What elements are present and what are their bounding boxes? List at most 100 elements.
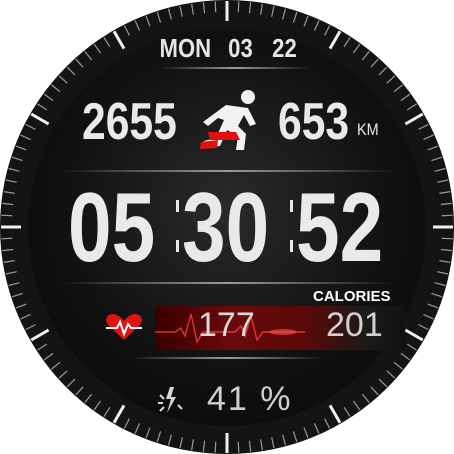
distance-unit: KM: [357, 120, 379, 139]
bezel-tick: [441, 237, 453, 240]
bezel-tick: [25, 123, 36, 130]
bezel-tick: [8, 282, 20, 287]
bezel-tick: [427, 145, 439, 151]
bezel-tick: [167, 8, 172, 20]
bezel-tick: [156, 431, 162, 443]
month: 22: [271, 33, 297, 63]
bezel-tick: [43, 93, 54, 102]
bezel-tick: [440, 202, 452, 206]
bezel-tick: [404, 112, 424, 126]
heart-rate-value: 177: [198, 306, 255, 344]
bezel-tick: [313, 423, 320, 434]
bezel-tick: [11, 156, 23, 162]
bezel-tick: [292, 431, 298, 443]
bezel-tick: [393, 84, 404, 93]
bezel-tick: [303, 15, 309, 27]
bezel-tick: [441, 214, 453, 217]
bezel-tick: [1, 214, 13, 217]
bezel-tick: [75, 386, 84, 396]
bezel-tick: [282, 8, 287, 20]
bezel-tick: [393, 361, 404, 370]
steps-value: 2655: [82, 93, 177, 151]
bezel-tick: [237, 441, 240, 453]
bezel-tick: [179, 437, 183, 449]
bezel-tick: [282, 434, 287, 446]
bezel-tick: [439, 191, 451, 194]
bezel-tick: [112, 404, 126, 424]
bezel-tick: [406, 343, 417, 351]
bezel-tick: [378, 66, 388, 76]
time-hours: 05: [68, 172, 156, 282]
runner-icon: [200, 90, 256, 150]
bezel-tick: [404, 328, 424, 342]
bezel-tick: [2, 248, 14, 252]
bezel-tick: [156, 11, 162, 23]
time-seconds: 52: [296, 172, 384, 282]
day: 03: [228, 33, 254, 63]
bezel-tick: [361, 393, 370, 404]
bezel-tick: [400, 93, 411, 102]
time-separator: [290, 200, 293, 212]
bezel-tick: [423, 134, 434, 141]
bezel-tick: [179, 5, 183, 17]
bezel-tick: [43, 352, 54, 361]
bezel-tick: [437, 179, 449, 183]
bezel-tick: [25, 324, 36, 331]
divider: [60, 282, 394, 284]
calories-label: CALORIES: [313, 288, 391, 305]
bezel-tick: [427, 303, 439, 309]
bezel-tick: [30, 112, 50, 126]
bezel-tick: [303, 427, 309, 439]
bezel-tick: [20, 313, 31, 320]
bezel-tick: [378, 378, 388, 388]
bezel-tick: [260, 439, 263, 451]
date: MON 03 22: [0, 33, 454, 64]
bezel-tick: [431, 156, 443, 162]
bezel-tick: [431, 292, 443, 298]
bezel-tick: [66, 378, 76, 388]
time-separator: [176, 240, 179, 252]
divider: [130, 357, 324, 359]
bezel-tick: [352, 400, 361, 411]
heart-rate-icon: [106, 314, 142, 340]
bezel-tick: [58, 75, 68, 84]
bezel-tick: [324, 418, 331, 429]
bezel-tick: [248, 2, 252, 14]
bezel-tick: [84, 393, 93, 404]
divider: [160, 67, 310, 69]
bezel-tick: [406, 103, 417, 111]
bezel-tick: [214, 441, 217, 453]
distance-value: 653: [278, 93, 350, 151]
bezel-tick: [15, 145, 27, 151]
bezel-tick: [400, 352, 411, 361]
bezel-tick: [418, 324, 429, 331]
weekday: MON: [159, 33, 212, 63]
bezel-tick: [3, 260, 15, 263]
bezel-tick: [134, 423, 141, 434]
bezel-tick: [145, 15, 151, 27]
bezel-tick: [343, 406, 351, 417]
bezel-tick: [15, 303, 27, 309]
bezel-tick: [292, 11, 298, 23]
bezel-tick: [134, 20, 141, 31]
calories-value: 201: [326, 306, 383, 344]
time-separator: [290, 240, 293, 252]
bezel-tick: [2, 202, 14, 206]
bezel-tick: [418, 123, 429, 130]
bezel-tick: [145, 427, 151, 439]
bezel-tick: [191, 3, 194, 15]
bezel-tick: [103, 406, 111, 417]
bezel-tick: [191, 439, 194, 451]
bezel-tick: [248, 440, 252, 452]
bezel-tick: [202, 440, 206, 452]
bezel-tick: [5, 179, 17, 183]
bezel-tick: [328, 404, 342, 424]
battery-bolt-icon: [158, 387, 183, 413]
bezel-tick: [1, 237, 13, 240]
bezel-tick: [439, 260, 451, 263]
bezel-tick: [313, 20, 320, 31]
bezel-tick: [30, 328, 50, 342]
bezel-tick: [167, 434, 172, 446]
bezel-tick: [370, 386, 379, 396]
bezel-tick: [93, 400, 102, 411]
